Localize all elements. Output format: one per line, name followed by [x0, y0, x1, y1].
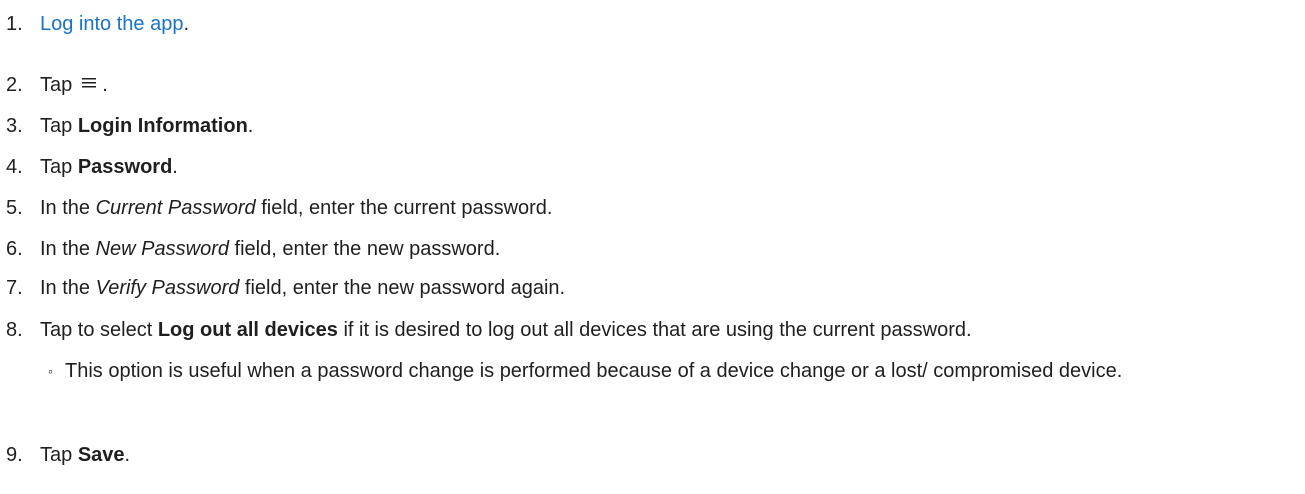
current-password-field-name: Current Password — [95, 197, 256, 219]
step-1: 1. Log into the app. — [6, 12, 189, 36]
step-6: 6. In the New Password field, enter the n… — [6, 237, 500, 261]
log-out-all-devices-label: Log out all devices — [157, 319, 338, 341]
step-number: 3. — [6, 115, 23, 137]
step-3: 3. Tap Login Information. — [6, 114, 253, 138]
step-2: 2. Tap. — [6, 73, 108, 98]
step-text: field, enter the new password again. — [239, 277, 566, 299]
verify-password-field-name: Verify Password — [95, 277, 240, 299]
note-text: This option is useful when a password ch… — [65, 360, 1123, 382]
menu-icon — [82, 70, 97, 94]
step-8: 8. Tap to select Log out all devices if i… — [6, 318, 972, 342]
step-text: field, enter the current password. — [255, 197, 553, 219]
step-text: Tap — [40, 444, 78, 466]
step-7: 7. In the Verify Password field, enter th… — [6, 276, 565, 300]
step-text: Tap — [40, 74, 73, 96]
step-number: 2. — [6, 74, 23, 96]
step-number: 8. — [6, 319, 23, 341]
step-number: 4. — [6, 156, 23, 178]
step-number: 1. — [6, 13, 23, 35]
step-number: 6. — [6, 238, 23, 260]
step-number: 5. — [6, 197, 23, 219]
bullet-icon: ◦ — [48, 363, 53, 379]
step-text: if it is desired to log out all devices … — [337, 319, 972, 341]
step-punct: . — [183, 13, 190, 35]
log-into-app-link[interactable]: Log into the app — [40, 13, 183, 35]
step-text: In the — [40, 277, 96, 299]
step-5: 5. In the Current Password field, enter t… — [6, 196, 553, 220]
step-punct: . — [124, 444, 131, 466]
save-label: Save — [77, 444, 125, 466]
step-punct: . — [247, 115, 254, 137]
step-punct: . — [172, 156, 178, 178]
step-number: 9. — [6, 444, 23, 466]
step-text: field, enter the new password. — [229, 238, 501, 260]
step-text: Tap — [40, 156, 78, 178]
password-label: Password — [77, 156, 173, 178]
step-number: 7. — [6, 277, 23, 299]
step-4: 4. Tap Password. — [6, 155, 178, 179]
new-password-field-name: New Password — [95, 238, 229, 260]
step-punct: . — [102, 74, 108, 96]
step-text: In the — [40, 197, 96, 219]
step-9: 9. Tap Save. — [6, 443, 130, 467]
step-text: In the — [40, 238, 96, 260]
step-text: Tap to select — [40, 319, 158, 341]
step-text: Tap — [40, 115, 78, 137]
login-information-label: Login Information — [77, 115, 248, 137]
